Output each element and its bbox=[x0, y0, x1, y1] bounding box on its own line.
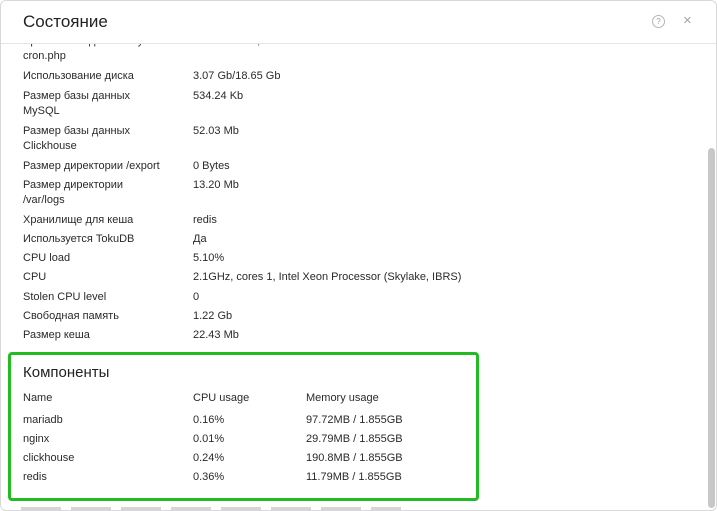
status-label: Размер директории /var/logs bbox=[23, 179, 124, 206]
component-memory: 97.72MB / 1.855GB bbox=[306, 414, 403, 426]
status-label: Использование диска bbox=[23, 70, 134, 82]
status-value: 13.20 Mb bbox=[193, 179, 239, 191]
components-section: Компоненты Name CPU usage Memory usage m… bbox=[8, 352, 479, 501]
status-value: 22.43 Mb bbox=[193, 329, 239, 341]
status-value: Да bbox=[193, 233, 207, 245]
clipped-content-hint bbox=[21, 507, 401, 510]
status-value: 534.24 Kb bbox=[193, 90, 244, 102]
status-label: CPU bbox=[23, 271, 47, 283]
component-name: redis bbox=[23, 471, 47, 483]
status-label: Размер кеша bbox=[23, 329, 90, 341]
close-icon[interactable]: × bbox=[683, 12, 692, 30]
component-cpu: 0.01% bbox=[193, 433, 225, 445]
status-label: Размер базы данных MySQL bbox=[23, 90, 131, 117]
status-label: Используется TokuDB bbox=[23, 233, 135, 245]
column-header-memory: Memory usage bbox=[306, 392, 379, 404]
dialog-header: Состояние ? × bbox=[1, 1, 716, 44]
dialog-content[interactable]: Время последнего запуска cron.php 01 Мая… bbox=[1, 1, 706, 510]
status-value: 3.07 Gb/18.65 Gb bbox=[193, 70, 281, 82]
status-label: Stolen CPU level bbox=[23, 291, 107, 303]
scrollbar-thumb[interactable] bbox=[708, 148, 715, 508]
component-name: mariadb bbox=[23, 414, 63, 426]
status-value: 52.03 Mb bbox=[193, 125, 239, 137]
status-value: 0 bbox=[193, 291, 200, 303]
component-cpu: 0.36% bbox=[193, 471, 225, 483]
status-value: 5.10% bbox=[193, 252, 225, 264]
components-title: Компоненты bbox=[23, 364, 110, 381]
status-label: CPU load bbox=[23, 252, 71, 264]
component-name: clickhouse bbox=[23, 452, 75, 464]
status-dialog: Время последнего запуска cron.php 01 Мая… bbox=[0, 0, 717, 511]
component-name: nginx bbox=[23, 433, 50, 445]
component-memory: 29.79MB / 1.855GB bbox=[306, 433, 403, 445]
component-memory: 11.79MB / 1.855GB bbox=[306, 471, 402, 483]
status-value: 1.22 Gb bbox=[193, 310, 233, 322]
status-label: Размер базы данных Clickhouse bbox=[23, 125, 131, 152]
status-label: Свободная память bbox=[23, 310, 119, 322]
status-value: 2.1GHz, cores 1, Intel Xeon Processor (S… bbox=[193, 271, 462, 283]
column-header-cpu: CPU usage bbox=[193, 392, 250, 404]
scrollbar[interactable] bbox=[706, 44, 716, 510]
status-value: redis bbox=[193, 214, 217, 226]
component-memory: 190.8MB / 1.855GB bbox=[306, 452, 403, 464]
help-icon[interactable]: ? bbox=[652, 15, 665, 28]
status-label: Размер директории /export bbox=[23, 160, 160, 172]
status-value: 0 Bytes bbox=[193, 160, 230, 172]
component-cpu: 0.24% bbox=[193, 452, 225, 464]
dialog-title: Состояние bbox=[23, 12, 108, 31]
component-cpu: 0.16% bbox=[193, 414, 225, 426]
status-label: Хранилище для кеша bbox=[23, 214, 134, 226]
column-header-name: Name bbox=[23, 392, 53, 404]
